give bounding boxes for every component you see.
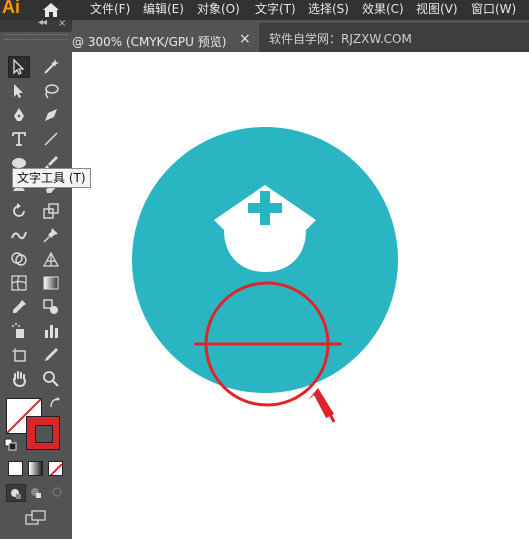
menu-view[interactable]: 视图(V): [416, 0, 458, 20]
type-tool-icon[interactable]: [8, 128, 30, 150]
warp-icon[interactable]: [8, 224, 30, 246]
mesh-icon[interactable]: [8, 272, 30, 294]
blend-icon[interactable]: [40, 296, 62, 318]
draw-normal-button[interactable]: [6, 484, 26, 502]
cross-horizontal: [248, 203, 282, 213]
tab-watermark-title: 软件自学网：RJZXW.COM: [269, 32, 412, 46]
artboard-canvas[interactable]: [72, 52, 529, 539]
screen-mode-icon[interactable]: [25, 510, 47, 526]
magic-wand-icon[interactable]: [40, 56, 62, 78]
column-graph-icon[interactable]: [40, 320, 62, 342]
perspective-grid-icon[interactable]: [40, 248, 62, 270]
hand-icon[interactable]: [8, 368, 30, 390]
draw-behind-button[interactable]: [27, 484, 45, 500]
menu-type[interactable]: 文字(T): [255, 0, 296, 20]
draw-inside-button[interactable]: [48, 484, 66, 500]
color-mode-button[interactable]: [8, 461, 23, 476]
menu-select[interactable]: 选择(S): [308, 0, 349, 20]
curvature-icon[interactable]: [40, 104, 62, 126]
slice-icon[interactable]: [40, 344, 62, 366]
zoom-icon[interactable]: [40, 368, 62, 390]
menu-edit[interactable]: 编辑(E): [143, 0, 184, 20]
panel-grip[interactable]: [4, 34, 68, 47]
pin-icon[interactable]: [40, 224, 62, 246]
shape-builder-icon[interactable]: [8, 248, 30, 270]
stroke-swatch[interactable]: [26, 416, 60, 450]
gradient-icon[interactable]: [40, 272, 62, 294]
tools-panel: ◂◂ ×: [0, 17, 72, 539]
line-segment-icon[interactable]: [40, 128, 62, 150]
scale-icon[interactable]: [40, 200, 62, 222]
default-colors-icon[interactable]: [4, 438, 18, 452]
document-tab-bar: @ 300% (CMYK/GPU 预览) × 软件自学网：RJZXW.COM: [72, 20, 529, 52]
pen-icon[interactable]: [8, 104, 30, 126]
gradient-mode-button[interactable]: [28, 461, 43, 476]
swap-colors-icon[interactable]: [48, 396, 62, 410]
collapse-icon[interactable]: ◂◂: [38, 17, 47, 28]
menu-window[interactable]: 窗口(W): [471, 0, 516, 20]
symbol-sprayer-icon[interactable]: [8, 320, 30, 342]
eyedropper-icon[interactable]: [8, 296, 30, 318]
menu-effect[interactable]: 效果(C): [362, 0, 404, 20]
selection-tool-icon[interactable]: [8, 56, 30, 78]
type-tool-tooltip: 文字工具 (T): [12, 168, 91, 188]
tab-title: @ 300% (CMYK/GPU 预览): [72, 35, 227, 49]
tab-watermark[interactable]: 软件自学网：RJZXW.COM: [259, 23, 529, 52]
none-mode-button[interactable]: [48, 461, 63, 476]
close-icon[interactable]: ×: [58, 18, 66, 29]
tools-panel-header: ◂◂ ×: [0, 17, 72, 32]
rotate-icon[interactable]: [8, 200, 30, 222]
lasso-icon[interactable]: [40, 80, 62, 102]
artwork: [132, 127, 398, 423]
direct-selection-icon[interactable]: [8, 80, 30, 102]
menu-bar: Ai 文件(F) 编辑(E) 对象(O) 文字(T) 选择(S) 效果(C) 视…: [0, 0, 529, 20]
app-logo: Ai: [2, 0, 20, 17]
artboard-icon[interactable]: [8, 344, 30, 366]
menu-file[interactable]: 文件(F): [90, 0, 130, 20]
tab-active-document[interactable]: @ 300% (CMYK/GPU 预览) ×: [72, 23, 259, 52]
tab-close-button[interactable]: ×: [239, 31, 251, 47]
menu-object[interactable]: 对象(O): [197, 0, 240, 20]
